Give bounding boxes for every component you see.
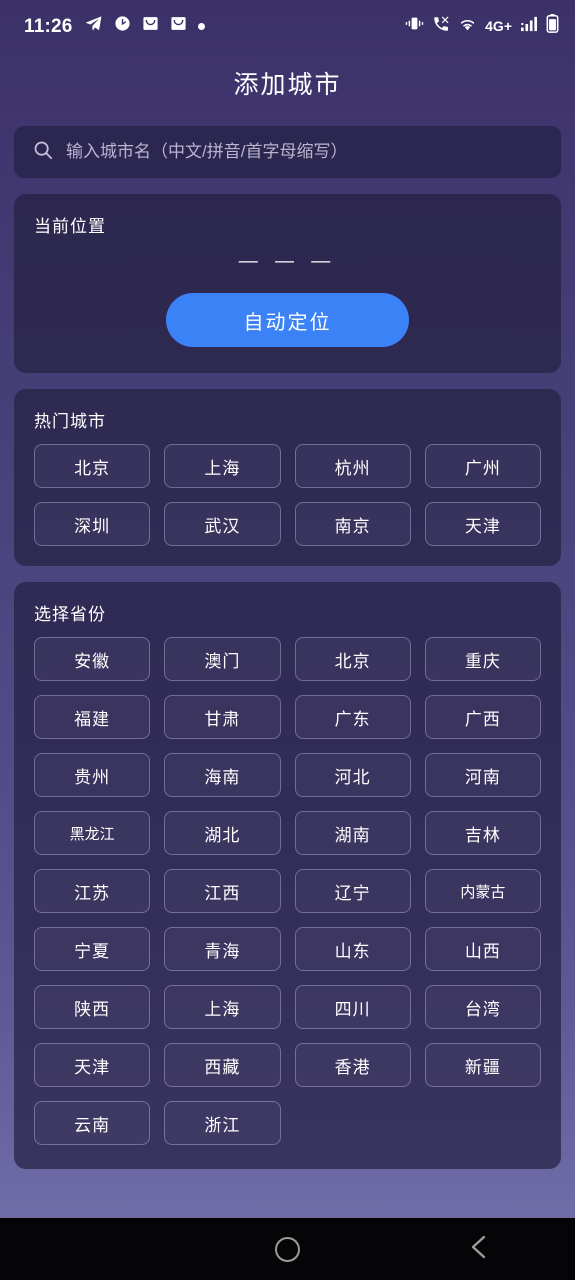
back-button[interactable] [439,1218,519,1280]
province-chip[interactable]: 山东 [294,927,411,971]
mail-icon [142,15,159,37]
hot-city-chip[interactable]: 上海 [164,444,281,488]
search-input[interactable] [66,142,543,162]
page-title: 添加城市 [233,71,342,99]
province-chip[interactable]: 广东 [294,695,411,739]
province-chip[interactable]: 西藏 [164,1043,281,1087]
current-location-title: 当前位置 [34,217,106,236]
province-chip[interactable]: 江西 [164,869,281,913]
status-bar-left: 11:26 [24,14,205,38]
province-chip[interactable]: 青海 [164,927,281,971]
hot-city-chip[interactable]: 南京 [294,502,411,546]
province-chip[interactable]: 甘肃 [164,695,281,739]
province-chip[interactable]: 四川 [294,985,411,1029]
province-chip[interactable]: 内蒙古 [424,869,541,913]
province-chip[interactable]: 宁夏 [34,927,151,971]
provinces-card: 选择省份 安徽 澳门 北京 重庆福建 甘肃 广东 广西贵州 海南 河北 河南黑龙江 湖北 湖南 吉林江苏… [14,582,561,1169]
status-bar-clock: 11:26 [24,15,73,37]
province-chip[interactable]: 北京 [294,637,411,681]
province-chip[interactable]: 海南 [164,753,281,797]
current-location-card: 当前位置 — — — 自动定位 [14,194,561,373]
province-chip[interactable]: 重庆 [424,637,541,681]
recent-apps-button[interactable] [56,1218,136,1280]
clock-icon [114,15,131,37]
province-chip[interactable]: 广西 [424,695,541,739]
phone-screen: 11:26 4G+ 添加城市 输入城市名（中文/拼音/首字母缩写） 当前位置 —… [0,0,575,1280]
province-chip[interactable]: 陕西 [34,985,151,1029]
province-chip[interactable]: 台湾 [424,985,541,1029]
hot-city-chip[interactable]: 深圳 [34,502,151,546]
vibrate-icon [405,15,424,37]
locate-button-wrap: 自动定位 [34,293,541,347]
wifi-icon [458,16,477,37]
status-bar: 11:26 4G+ [0,0,575,52]
signal-icon [520,16,538,37]
chevron-left-icon [468,1234,490,1265]
hot-city-chip[interactable]: 天津 [424,502,541,546]
circle-icon [274,1236,300,1262]
province-chip[interactable]: 天津 [34,1043,151,1087]
province-chip[interactable]: 云南 [34,1101,151,1145]
search-icon [32,139,54,166]
province-chip[interactable]: 上海 [164,985,281,1029]
hot-city-chip[interactable]: 武汉 [164,502,281,546]
hot-cities-grid: 北京 上海 杭州 广州深圳 武汉 南京 天津 [34,444,541,546]
province-chip[interactable]: 福建 [34,695,151,739]
battery-icon [546,14,559,38]
province-chip[interactable]: 黑龙江 [34,811,151,855]
auto-locate-button[interactable]: 自动定位 [166,293,409,347]
province-chip[interactable]: 辽宁 [294,869,411,913]
network-type-label: 4G+ [485,18,512,34]
province-chip[interactable]: 湖北 [164,811,281,855]
hot-cities-card: 热门城市 北京 上海 杭州 广州深圳 武汉 南京 天津 [14,389,561,566]
mail-icon [170,15,187,37]
province-chip[interactable]: 湖南 [294,811,411,855]
province-chip[interactable]: 香港 [294,1043,411,1087]
province-chip[interactable]: 浙江 [164,1101,281,1145]
search-bar[interactable] [14,126,561,178]
province-chip[interactable]: 河南 [424,753,541,797]
province-chip[interactable]: 吉林 [424,811,541,855]
province-chip[interactable]: 新疆 [424,1043,541,1087]
province-chip[interactable]: 山西 [424,927,541,971]
status-bar-right: 4G+ [405,14,559,38]
provinces-grid: 安徽 澳门 北京 重庆福建 甘肃 广东 广西贵州 海南 河北 河南黑龙江 湖北 湖南 吉林江苏 江西 辽宁内… [34,637,541,1145]
hot-city-chip[interactable]: 广州 [424,444,541,488]
province-chip[interactable]: 澳门 [164,637,281,681]
province-chip[interactable]: 河北 [294,753,411,797]
hot-city-chip[interactable]: 杭州 [294,444,411,488]
province-chip[interactable]: 安徽 [34,637,151,681]
hot-city-chip[interactable]: 北京 [34,444,151,488]
android-nav-bar [0,1218,575,1280]
province-chip[interactable]: 贵州 [34,753,151,797]
province-chip[interactable]: 江苏 [34,869,151,913]
dot-icon [197,22,205,30]
call-icon [432,15,450,38]
current-location-value: — — — [238,251,337,272]
telegram-icon [84,14,103,38]
hot-cities-title: 热门城市 [34,412,106,431]
home-button[interactable] [247,1218,327,1280]
provinces-title: 选择省份 [34,605,106,624]
